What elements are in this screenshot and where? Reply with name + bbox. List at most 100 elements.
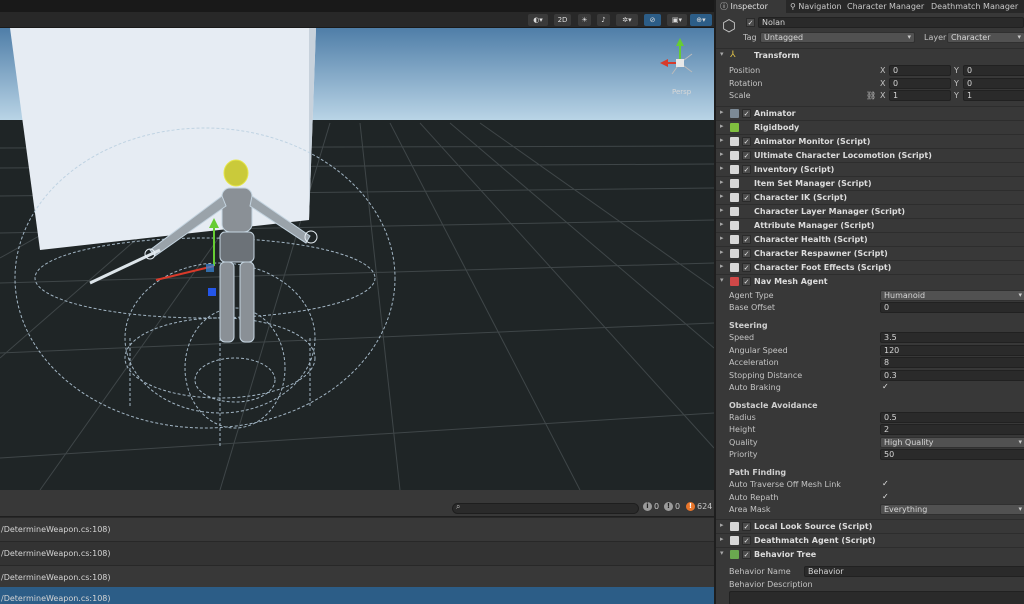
scene-canvas[interactable]: Persp	[0, 28, 714, 490]
quality-dropdown[interactable]: High Quality	[880, 437, 1024, 448]
radius-field[interactable]: 0.5	[880, 412, 1024, 423]
globe-gizmo-icon[interactable]: ⊕▾	[690, 14, 712, 26]
log-row-selected[interactable]: /DetermineWeapon.cs:108)	[0, 587, 714, 604]
warning-count[interactable]: ! 0	[664, 502, 680, 511]
enabled-checkbox[interactable]: ✓	[742, 263, 751, 272]
component-header-item-set-manager-script[interactable]: ▸ Item Set Manager (Script)	[716, 176, 1024, 190]
enabled-checkbox[interactable]: ✓	[742, 137, 751, 146]
height-field[interactable]: 2	[880, 424, 1024, 435]
circle-shading-icon[interactable]: ◐▾	[528, 14, 548, 26]
component-header-character-foot-effects-script[interactable]: ▸ ✓ Character Foot Effects (Script)	[716, 260, 1024, 274]
info-count-label: 0	[654, 502, 660, 511]
component-icon	[730, 109, 739, 118]
component-name: Deathmatch Agent (Script)	[754, 536, 876, 545]
lightbulb-icon[interactable]: ☀	[578, 14, 591, 26]
component-header-character-respawner-script[interactable]: ▸ ✓ Character Respawner (Script)	[716, 246, 1024, 260]
tab-character-manager-label: Character Manager	[847, 2, 925, 11]
component-name: Nav Mesh Agent	[754, 277, 828, 286]
speed-value: 3.5	[884, 333, 897, 342]
enabled-checkbox[interactable]: ✓	[742, 277, 751, 286]
speaker-icon[interactable]: ♪	[597, 14, 610, 26]
tab-navigation-label: Navigation	[798, 2, 842, 11]
area-mask-label: Area Mask	[729, 505, 771, 514]
enabled-checkbox[interactable]: ✓	[742, 522, 751, 531]
behavior-description-field[interactable]	[729, 591, 1024, 604]
base-offset-field[interactable]: 0	[880, 302, 1024, 313]
component-header-character-health-script[interactable]: ▸ ✓ Character Health (Script)	[716, 232, 1024, 246]
enabled-checkbox[interactable]: ✓	[742, 165, 751, 174]
acceleration-field[interactable]: 8	[880, 357, 1024, 368]
component-header-nav-mesh-agent[interactable]: ▾ ✓ Nav Mesh Agent	[716, 274, 1024, 288]
component-header-animator-monitor-script[interactable]: ▸ ✓ Animator Monitor (Script)	[716, 134, 1024, 148]
tag-dropdown[interactable]: Untagged	[760, 32, 915, 43]
camera-icon[interactable]: ▣▾	[667, 14, 687, 26]
component-header-animator[interactable]: ▸ ✓ Animator	[716, 106, 1024, 120]
enabled-checkbox[interactable]: ✓	[742, 151, 751, 160]
priority-value: 50	[884, 450, 895, 459]
tag-label: Tag	[743, 33, 757, 42]
scale-y-field[interactable]: 1	[963, 90, 1024, 101]
log-row-text: /DetermineWeapon.cs:108)	[1, 525, 111, 534]
layer-dropdown[interactable]: Character	[947, 32, 1024, 43]
quality-label: Quality	[729, 438, 758, 447]
tab-deathmatch-manager[interactable]: Deathmatch Manager	[931, 0, 1018, 13]
auto-traverse-checkbox[interactable]: ✓	[882, 479, 889, 488]
component-header-deathmatch-agent-script[interactable]: ▸ ✓ Deathmatch Agent (Script)	[716, 533, 1024, 547]
enabled-checkbox[interactable]: ✓	[742, 249, 751, 258]
mode-2d-button[interactable]: 2D	[554, 14, 571, 26]
height-value: 2	[884, 425, 890, 434]
eye-slash-icon[interactable]: ⊘	[644, 14, 661, 26]
effects-icon[interactable]: ✲▾	[616, 14, 638, 26]
component-header-attribute-manager-script[interactable]: ▸ Attribute Manager (Script)	[716, 218, 1024, 232]
tab-character-manager[interactable]: Character Manager	[847, 0, 924, 13]
component-header-local-look-source-script[interactable]: ▸ ✓ Local Look Source (Script)	[716, 519, 1024, 533]
warning-icon: !	[664, 502, 673, 511]
rotation-x-field[interactable]: 0	[889, 78, 951, 89]
component-header-character-layer-manager-script[interactable]: ▸ Character Layer Manager (Script)	[716, 204, 1024, 218]
error-count-label: 624	[697, 502, 713, 511]
chevron-down-icon: ▾	[720, 549, 724, 557]
component-header-rigidbody[interactable]: ▸ Rigidbody	[716, 120, 1024, 134]
height-label: Height	[729, 425, 756, 434]
console-search-input[interactable]: ⌕	[452, 502, 639, 514]
scene-tab-strip	[0, 0, 714, 12]
auto-repath-checkbox[interactable]: ✓	[882, 492, 889, 501]
scene-view[interactable]: ◐▾ 2D ☀ ♪ ✲▾ ⊘ ▣▾ ⊕▾ Persp	[0, 0, 714, 490]
angular-speed-field[interactable]: 120	[880, 345, 1024, 356]
enabled-checkbox[interactable]: ✓	[742, 550, 751, 559]
info-count[interactable]: i 0	[643, 502, 659, 511]
enabled-checkbox[interactable]: ✓	[742, 536, 751, 545]
chevron-right-icon: ▸	[720, 521, 724, 529]
link-icon[interactable]: ⛓	[866, 91, 876, 100]
tab-navigation[interactable]: ⚲ Navigation	[790, 0, 842, 13]
stopping-distance-field[interactable]: 0.3	[880, 370, 1024, 381]
component-header-ultimate-character-locomotion-script[interactable]: ▸ ✓ Ultimate Character Locomotion (Script)	[716, 148, 1024, 162]
tab-inspector[interactable]: ⓘ Inspector	[716, 0, 786, 13]
enabled-checkbox[interactable]: ✓	[742, 109, 751, 118]
agent-type-dropdown[interactable]: Humanoid	[880, 290, 1024, 301]
object-name-field[interactable]: Nolan	[758, 17, 1024, 28]
error-count[interactable]: ! 624	[686, 502, 712, 511]
component-header-transform[interactable]: ▾ ⅄ Transform	[716, 48, 1024, 62]
enabled-checkbox[interactable]: ✓	[742, 235, 751, 244]
chevron-right-icon: ▸	[720, 192, 724, 200]
log-row[interactable]: /DetermineWeapon.cs:108)	[0, 566, 714, 589]
component-header-behavior-tree[interactable]: ▾ ✓ Behavior Tree	[716, 547, 1024, 561]
speed-field[interactable]: 3.5	[880, 332, 1024, 343]
behavior-name-field[interactable]: Behavior	[804, 566, 1024, 577]
scale-x-field[interactable]: 1	[889, 90, 951, 101]
area-mask-dropdown[interactable]: Everything	[880, 504, 1024, 515]
auto-braking-checkbox[interactable]: ✓	[882, 382, 889, 391]
component-icon	[730, 550, 739, 559]
log-row[interactable]: /DetermineWeapon.cs:108)	[0, 518, 714, 541]
component-name: Attribute Manager (Script)	[754, 221, 875, 230]
active-checkbox[interactable]: ✓	[746, 18, 755, 27]
priority-field[interactable]: 50	[880, 449, 1024, 460]
enabled-checkbox[interactable]: ✓	[742, 193, 751, 202]
component-header-character-ik-script[interactable]: ▸ ✓ Character IK (Script)	[716, 190, 1024, 204]
rotation-y-field[interactable]: 0	[963, 78, 1024, 89]
position-x-field[interactable]: 0	[889, 65, 951, 76]
log-row[interactable]: /DetermineWeapon.cs:108)	[0, 542, 714, 565]
component-header-inventory-script[interactable]: ▸ ✓ Inventory (Script)	[716, 162, 1024, 176]
position-y-field[interactable]: 0	[963, 65, 1024, 76]
